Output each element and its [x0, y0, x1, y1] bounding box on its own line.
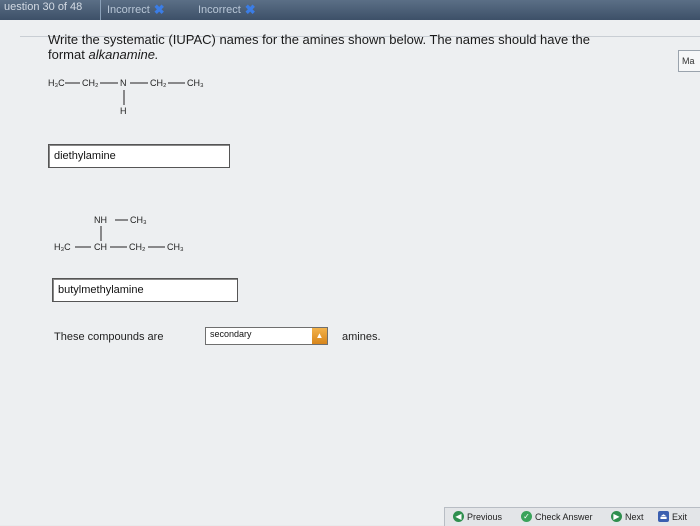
check-answer-button[interactable]: ✓ Check Answer	[521, 511, 593, 522]
footer-nav: ◀ Previous ✓ Check Answer ▶ Next ⏏ Exit	[444, 507, 700, 526]
structure1-n: N	[120, 78, 127, 88]
select-value: secondary	[210, 329, 252, 339]
exit-button[interactable]: ⏏ Exit	[658, 511, 687, 522]
answer-input-2[interactable]: butylmethylamine	[52, 278, 238, 302]
answer-input-1[interactable]: diethylamine	[48, 144, 230, 168]
check-answer-label: Check Answer	[535, 511, 593, 522]
classification-suffix: amines.	[342, 331, 381, 343]
classification-prefix: These compounds are	[54, 331, 164, 343]
checkmark-icon: ✓	[521, 511, 532, 522]
structure-bonds	[65, 82, 185, 248]
previous-arrow-icon: ◀	[453, 511, 464, 522]
structure2-ch3-top: CH₃	[130, 215, 147, 225]
structure2-ch2: CH₂	[129, 242, 146, 252]
structure2-h3c: H₃C	[54, 242, 71, 252]
structure2-ch3: CH₃	[167, 242, 184, 252]
previous-label: Previous	[467, 511, 503, 522]
exit-door-icon: ⏏	[658, 511, 669, 522]
structure2-ch: CH	[94, 242, 107, 252]
structure1-h3c: H₃C	[48, 78, 65, 88]
structure1-h: H	[120, 106, 127, 116]
previous-button[interactable]: ◀ Previous	[453, 511, 502, 522]
next-arrow-icon: ▶	[611, 511, 622, 522]
next-button[interactable]: ▶ Next	[611, 511, 644, 522]
exit-label: Exit	[672, 511, 688, 522]
structure1-ch2-b: CH₂	[150, 78, 167, 88]
next-label: Next	[625, 511, 644, 522]
amine-type-select[interactable]: secondary ▲	[205, 327, 328, 345]
dropdown-arrow-icon[interactable]: ▲	[312, 328, 327, 344]
structure1-ch3: CH₃	[187, 78, 204, 88]
structure2-nh: NH	[94, 215, 107, 225]
structure1-ch2-a: CH₂	[82, 78, 99, 88]
